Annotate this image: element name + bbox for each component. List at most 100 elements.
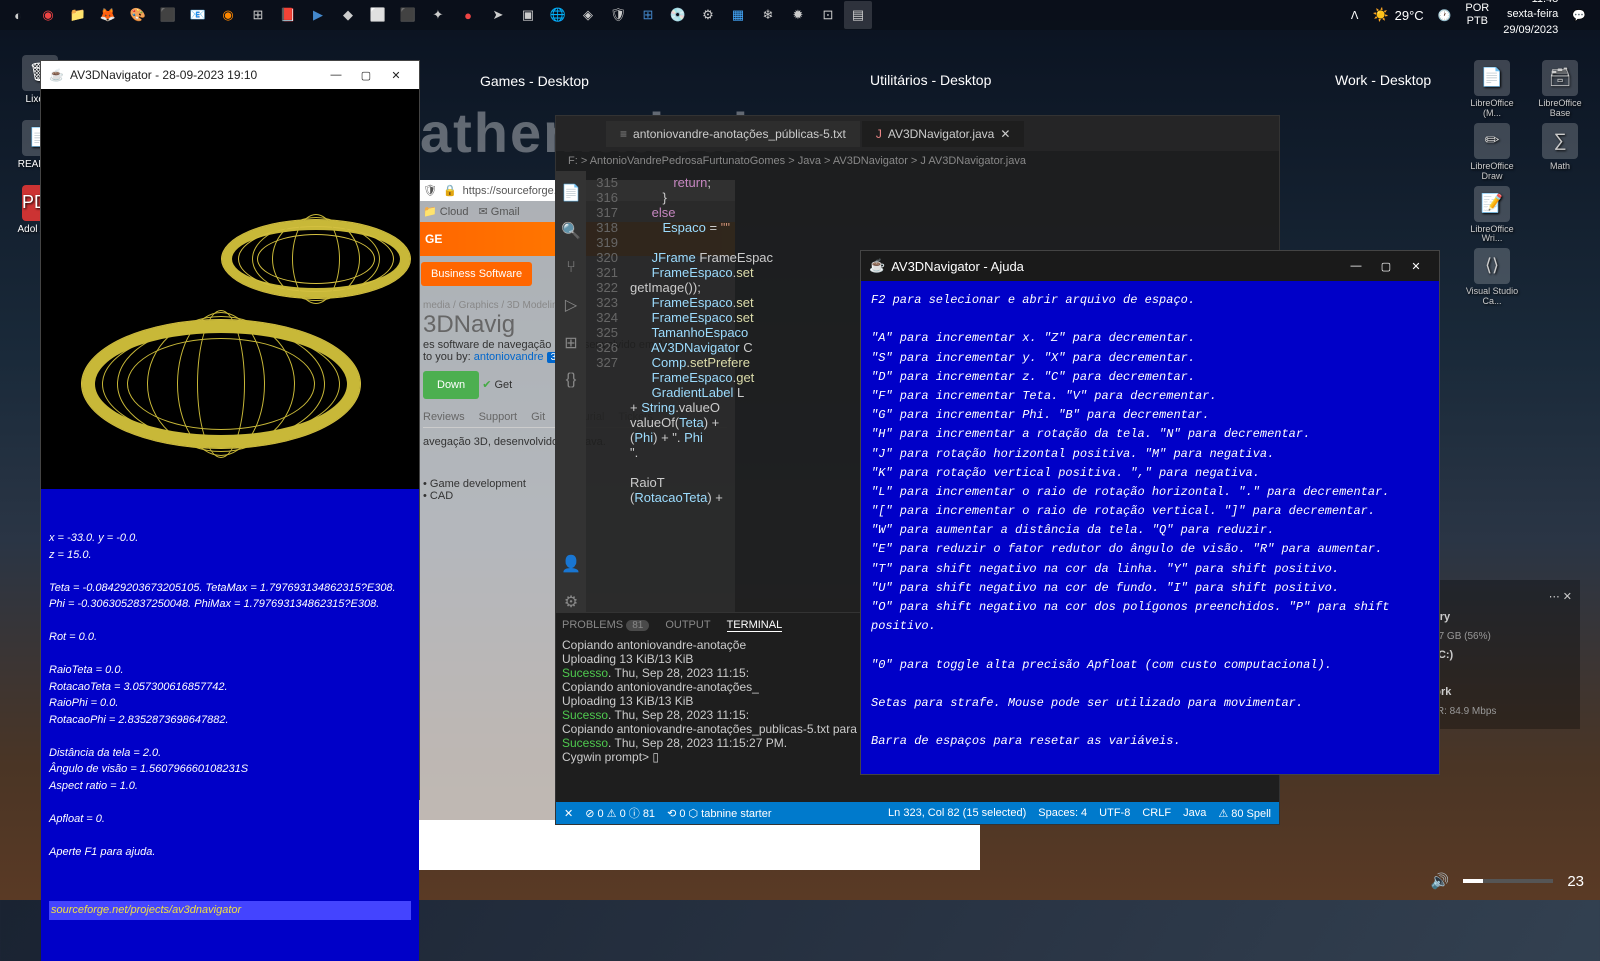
bookmark-cloud[interactable]: 📁 Cloud: [423, 205, 469, 218]
widget-menu-icon[interactable]: ⋯ ✕: [1549, 588, 1572, 608]
start-icon[interactable]: ◐: [4, 1, 32, 29]
desktop-icon[interactable]: ∑Math: [1530, 123, 1590, 172]
desktop-icon[interactable]: 📄LibreOffice (M...: [1462, 60, 1522, 119]
app-icon: 🗃: [1542, 60, 1578, 96]
desktop-icon[interactable]: 📝LibreOffice Wri...: [1462, 186, 1522, 245]
av3dnavigator-window: ☕ AV3DNavigator - 28-09-2023 19:10 — ▢ ✕…: [40, 60, 420, 800]
tb-icon[interactable]: ▣: [514, 1, 542, 29]
scm-icon[interactable]: ⑂: [566, 259, 576, 277]
tb-icon[interactable]: ✦: [424, 1, 452, 29]
window-titlebar[interactable]: ☕ AV3DNavigator - Ajuda — ▢ ✕: [861, 251, 1439, 281]
tb-icon[interactable]: 🌐: [544, 1, 572, 29]
volume-slider[interactable]: [1463, 879, 1553, 883]
lock-icon: 🔒: [443, 184, 457, 197]
tb-icon[interactable]: 📁: [64, 1, 92, 29]
window-titlebar[interactable]: ☕ AV3DNavigator - 28-09-2023 19:10 — ▢ ✕: [41, 61, 419, 89]
tray-icon[interactable]: 🕐: [1438, 9, 1452, 22]
clock[interactable]: 11:48 sexta-feira 29/09/2023: [1503, 0, 1558, 38]
tb-icon[interactable]: ◉: [34, 1, 62, 29]
tb-icon[interactable]: ◉: [214, 1, 242, 29]
locale-indicator[interactable]: POR PTB: [1465, 2, 1489, 28]
maximize-button[interactable]: ▢: [351, 61, 381, 89]
tb-icon[interactable]: ⚙: [694, 1, 722, 29]
help-text: F2 para selecionar e abrir arquivo de es…: [861, 281, 1439, 774]
tb-icon[interactable]: ⊡: [814, 1, 842, 29]
status-errors[interactable]: ⊘ 0 ⚠ 0 ⓘ 81: [585, 805, 655, 821]
tray-icon[interactable]: ᐱ: [1351, 9, 1359, 22]
volume-level: 23: [1567, 873, 1584, 890]
tb-icon[interactable]: ◈: [574, 1, 602, 29]
tb-icon[interactable]: ▦: [724, 1, 752, 29]
tb-icon[interactable]: 🎨: [124, 1, 152, 29]
tb-icon[interactable]: ⬜: [364, 1, 392, 29]
weather-widget[interactable]: ☀️ 29°C: [1372, 7, 1423, 23]
json-icon[interactable]: {}: [566, 371, 577, 389]
minimize-button[interactable]: —: [1341, 252, 1371, 280]
desktop-icon[interactable]: 🗃LibreOffice Base: [1530, 60, 1590, 119]
torus-wireframe: [81, 319, 361, 449]
get-updates-button[interactable]: Get: [494, 379, 512, 391]
tb-icon[interactable]: 📧: [184, 1, 212, 29]
torus-wireframe: [221, 219, 411, 299]
status-lang[interactable]: Java: [1183, 807, 1206, 819]
ext-icon[interactable]: ⊞: [564, 333, 577, 353]
sf-tab[interactable]: Reviews: [423, 411, 465, 423]
bottom-taskbar: 🔊 23: [1415, 862, 1600, 900]
tb-icon[interactable]: ◆: [334, 1, 362, 29]
sourceforge-link: sourceforge.net/projects/av3dnavigator: [49, 901, 411, 920]
status-eol[interactable]: CRLF: [1142, 807, 1171, 819]
status-tabnine[interactable]: ⟲ 0 ⬡ tabnine starter: [667, 807, 771, 820]
problems-tab[interactable]: PROBLEMS 81: [562, 619, 649, 632]
window-title: AV3DNavigator - Ajuda: [891, 259, 1024, 274]
minimize-button[interactable]: —: [321, 61, 351, 89]
tb-icon[interactable]: 📕: [274, 1, 302, 29]
desktop-icon[interactable]: ⟨⟩Visual Studio Ca...: [1462, 248, 1522, 307]
tb-icon[interactable]: ⬛: [154, 1, 182, 29]
volume-icon[interactable]: 🔊: [1431, 872, 1450, 890]
download-button[interactable]: Down: [423, 371, 479, 399]
sf-tab[interactable]: Support: [479, 411, 518, 423]
close-button[interactable]: ✕: [381, 61, 411, 89]
tb-icon[interactable]: ⊞: [244, 1, 272, 29]
editor-tabs: ≡antoniovandre-anotações_públicas-5.txt …: [556, 116, 1279, 151]
tb-icon[interactable]: ⊞: [634, 1, 662, 29]
desktop-icon[interactable]: ✏LibreOffice Draw: [1462, 123, 1522, 182]
tb-icon[interactable]: ▤: [844, 1, 872, 29]
app-icon: ⟨⟩: [1474, 248, 1510, 284]
tb-icon[interactable]: ❄: [754, 1, 782, 29]
status-position[interactable]: Ln 323, Col 82 (15 selected): [888, 807, 1026, 819]
3d-canvas[interactable]: [41, 89, 419, 489]
sf-tab[interactable]: Git: [531, 411, 545, 423]
editor-tab[interactable]: JAV3DNavigator.java✕: [862, 121, 1025, 147]
tb-icon[interactable]: 💿: [664, 1, 692, 29]
tb-icon[interactable]: 🦊: [94, 1, 122, 29]
maximize-button[interactable]: ▢: [1371, 252, 1401, 280]
search-icon[interactable]: 🔍: [561, 221, 581, 241]
gear-icon[interactable]: ⚙: [564, 592, 578, 612]
tb-icon[interactable]: 🛡: [604, 1, 632, 29]
status-close-icon[interactable]: ✕: [564, 807, 573, 820]
biz-software-tab[interactable]: Business Software: [421, 262, 532, 286]
window-title: AV3DNavigator - 28-09-2023 19:10: [70, 68, 257, 82]
terminal-tab[interactable]: TERMINAL: [727, 619, 783, 632]
output-tab[interactable]: OUTPUT: [665, 619, 710, 632]
status-bar: ✕ ⊘ 0 ⚠ 0 ⓘ 81 ⟲ 0 ⬡ tabnine starter Ln …: [556, 802, 1279, 824]
tb-icon[interactable]: ✹: [784, 1, 812, 29]
group-label-work: Work - Desktop: [1335, 72, 1431, 88]
explorer-icon[interactable]: 📄: [561, 183, 581, 203]
bookmark-gmail[interactable]: ✉ Gmail: [479, 205, 520, 218]
debug-icon[interactable]: ▷: [565, 295, 577, 315]
account-icon[interactable]: 👤: [561, 554, 581, 574]
tb-icon[interactable]: ➤: [484, 1, 512, 29]
author-link[interactable]: antoniovandre: [474, 351, 544, 363]
status-spaces[interactable]: Spaces: 4: [1038, 807, 1087, 819]
status-spell[interactable]: ⚠ 80 Spell: [1218, 807, 1271, 820]
tb-icon[interactable]: ⬛: [394, 1, 422, 29]
notifications-icon[interactable]: 💬: [1572, 9, 1586, 22]
tb-icon[interactable]: ▶: [304, 1, 332, 29]
close-icon[interactable]: ✕: [1000, 127, 1010, 141]
close-button[interactable]: ✕: [1401, 252, 1431, 280]
editor-tab[interactable]: ≡antoniovandre-anotações_públicas-5.txt: [606, 121, 860, 147]
status-encoding[interactable]: UTF-8: [1099, 807, 1130, 819]
tb-icon[interactable]: ●: [454, 1, 482, 29]
